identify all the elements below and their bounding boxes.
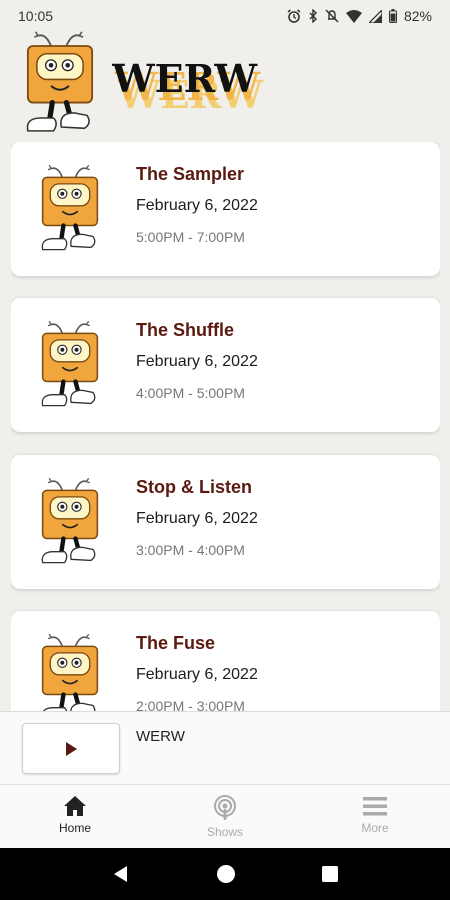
- show-time: 2:00PM - 3:00PM: [136, 698, 245, 712]
- system-navigation-bar: [0, 848, 450, 900]
- back-icon[interactable]: [112, 865, 130, 883]
- show-mascot-icon: [38, 631, 102, 712]
- app-header: WERW WERW WERW: [20, 28, 320, 136]
- show-date: February 6, 2022: [136, 197, 258, 214]
- nav-home-label: Home: [58, 821, 91, 835]
- show-time: 5:00PM - 7:00PM: [136, 229, 245, 245]
- show-date: February 6, 2022: [136, 353, 258, 370]
- home-circle-icon[interactable]: [215, 863, 237, 885]
- nav-home[interactable]: Home: [0, 785, 150, 848]
- station-wordmark: WERW WERW WERW: [112, 56, 264, 117]
- show-time: 3:00PM - 4:00PM: [136, 542, 245, 558]
- alarm-icon: [287, 9, 301, 23]
- status-time: 10:05: [18, 8, 54, 24]
- nav-shows-label: Shows: [206, 825, 244, 839]
- show-card[interactable]: The Shuffle February 6, 2022 4:00PM - 5:…: [11, 298, 440, 432]
- schedule-list[interactable]: The Sampler February 6, 2022 5:00PM - 7:…: [11, 142, 440, 712]
- play-icon: [66, 741, 77, 756]
- player-station-name: WERW: [136, 728, 185, 745]
- podcast-icon: [214, 795, 236, 820]
- menu-icon: [363, 797, 387, 816]
- svg-text:WERW: WERW: [112, 56, 258, 101]
- wifi-icon: [345, 9, 362, 23]
- recents-icon[interactable]: [321, 866, 338, 882]
- show-title: The Sampler: [136, 164, 245, 184]
- bluetooth-icon: [309, 9, 317, 23]
- nav-more-label: More: [361, 821, 389, 835]
- show-card[interactable]: Stop & Listen February 6, 2022 3:00PM - …: [11, 455, 440, 589]
- bottom-navigation: Home Shows More: [0, 784, 450, 848]
- battery-icon: [388, 9, 397, 23]
- show-mascot-icon: [38, 475, 102, 567]
- battery-percent: 82%: [403, 8, 432, 24]
- mute-icon: [325, 9, 339, 23]
- show-time: 4:00PM - 5:00PM: [136, 385, 245, 401]
- nav-more[interactable]: More: [300, 785, 450, 848]
- show-date: February 6, 2022: [136, 666, 258, 683]
- mini-player: WERW: [0, 711, 450, 784]
- show-date: February 6, 2022: [136, 510, 258, 527]
- play-button[interactable]: [22, 723, 120, 774]
- show-title: The Fuse: [136, 633, 216, 653]
- show-card[interactable]: The Fuse February 6, 2022 2:00PM - 3:00P…: [11, 611, 440, 712]
- show-title: The Shuffle: [136, 320, 234, 340]
- status-icons: 82%: [287, 8, 432, 24]
- show-card[interactable]: The Sampler February 6, 2022 5:00PM - 7:…: [11, 142, 440, 276]
- show-mascot-icon: [38, 318, 102, 410]
- show-mascot-icon: [38, 162, 102, 254]
- home-icon: [64, 796, 86, 816]
- show-title: Stop & Listen: [136, 477, 252, 497]
- signal-icon: [368, 9, 382, 23]
- nav-shows[interactable]: Shows: [150, 785, 300, 848]
- mascot-logo: [20, 28, 100, 136]
